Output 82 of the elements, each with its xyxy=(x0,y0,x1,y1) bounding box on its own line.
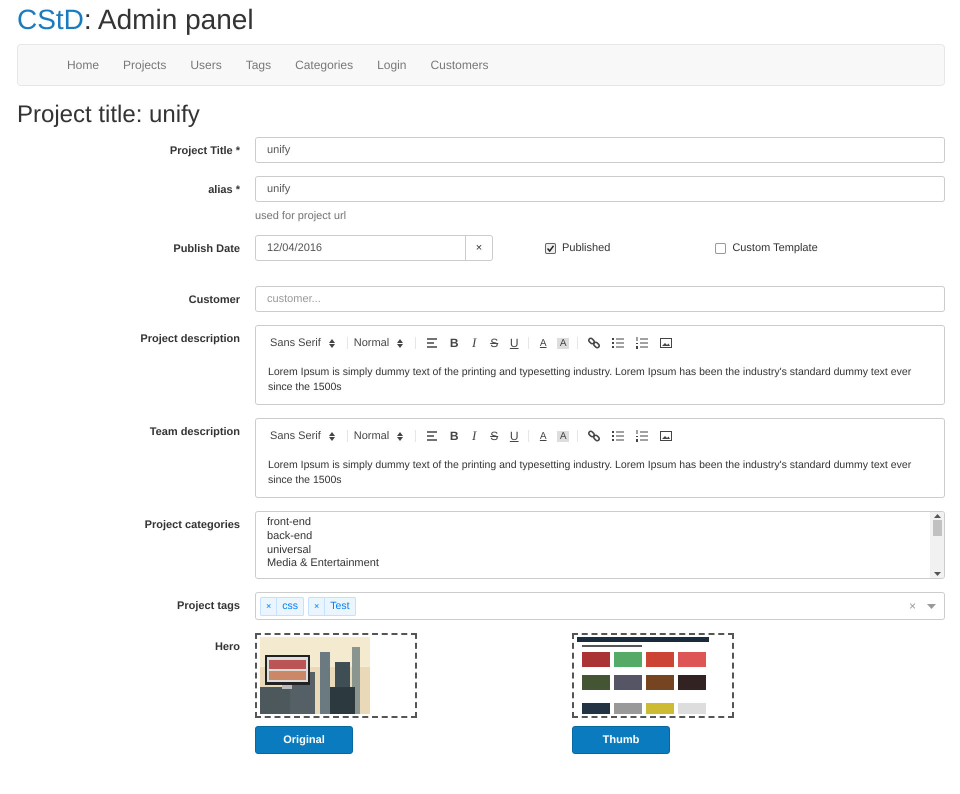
scroll-down-icon[interactable] xyxy=(934,572,940,576)
category-list[interactable]: front-end back-end universal Media & Entertainment xyxy=(255,511,945,579)
dropdown-caret-icon[interactable] xyxy=(927,604,936,608)
list-option[interactable]: universal xyxy=(267,544,919,558)
text-color-button[interactable]: A xyxy=(533,430,554,442)
field-label: Project description xyxy=(140,332,240,345)
background-color-button[interactable]: A xyxy=(557,430,570,442)
bullet-list-icon[interactable] xyxy=(611,429,626,443)
page-title: Project title: unify xyxy=(17,101,201,129)
strikethrough-button[interactable]: S xyxy=(484,336,504,350)
underline-button[interactable]: U xyxy=(504,336,524,350)
list-option[interactable]: front-end xyxy=(267,516,919,530)
updown-icon xyxy=(328,432,335,440)
image-icon[interactable] xyxy=(659,336,674,350)
page-heading: : Admin panel xyxy=(84,4,254,36)
tag-label: Test xyxy=(329,600,351,612)
image-dropzone[interactable] xyxy=(255,633,417,718)
field-label: Publish Date xyxy=(173,242,240,255)
remove-tag-button[interactable]: × xyxy=(309,598,326,614)
nav-link[interactable]: Login xyxy=(365,45,418,85)
underline-button[interactable]: U xyxy=(504,429,524,443)
link-icon[interactable] xyxy=(587,429,602,443)
text-field[interactable]: unify xyxy=(255,137,945,163)
updown-icon xyxy=(328,338,335,348)
text-field[interactable]: unify xyxy=(255,176,945,202)
field-label: alias * xyxy=(208,183,240,196)
upload-button[interactable]: Thumb xyxy=(572,726,670,754)
remove-tag-button[interactable]: × xyxy=(261,598,278,614)
image-icon[interactable] xyxy=(659,429,674,443)
strikethrough-button[interactable]: S xyxy=(484,429,504,443)
nav-link[interactable]: Users xyxy=(178,45,234,85)
field-label: Hero xyxy=(214,640,240,653)
align-icon[interactable] xyxy=(425,429,440,443)
date-field[interactable]: 12/04/2016 xyxy=(255,235,466,261)
editor-text: Lorem Ipsum is simply dummy text of the printing and typesetting industry. Lorem Ipsum has been the industry's standard dummy text ever since the 1500s xyxy=(268,458,912,488)
upload-button[interactable]: Original xyxy=(255,726,353,754)
field-label: Project categories xyxy=(144,518,240,531)
background-color-button[interactable]: A xyxy=(557,338,570,348)
list-option[interactable]: Media & Entertainment xyxy=(267,557,919,572)
tag-label: css xyxy=(281,600,300,612)
rich-text-editor[interactable]: Sans Serif Normal B I S U A A Lorem Ipsum is simply dummy text of the printing and typesetting industry. Lorem Ipsum has been the industry's standard dummy text ever since the 1500s xyxy=(255,325,945,405)
list-option[interactable]: back-end xyxy=(267,530,919,544)
text-field[interactable]: customer... xyxy=(255,286,945,312)
nav-link[interactable]: Home xyxy=(55,45,112,85)
checkbox-label: Custom Template xyxy=(732,242,818,254)
field-label: Team description xyxy=(150,425,240,438)
scroll-up-icon[interactable] xyxy=(934,514,940,518)
editor-text: Lorem Ipsum is simply dummy text of the printing and typesetting industry. Lorem Ipsum has been the industry's standard dummy text ever since the 1500s xyxy=(268,365,912,395)
italic-button[interactable]: I xyxy=(464,335,484,351)
italic-button[interactable]: I xyxy=(464,428,484,444)
clear-button[interactable]: × xyxy=(466,235,493,261)
updown-icon xyxy=(397,338,404,348)
help-text: used for project url xyxy=(255,210,346,222)
nav-link[interactable]: Tags xyxy=(234,45,284,85)
font-picker[interactable]: Sans Serif xyxy=(268,337,343,349)
field-label: Customer xyxy=(188,293,240,306)
text-color-button[interactable]: A xyxy=(533,338,554,348)
bold-button[interactable]: B xyxy=(444,429,464,443)
font-picker[interactable]: Normal xyxy=(352,430,412,442)
tags-field[interactable]: × css × Test × xyxy=(255,592,945,620)
updown-icon xyxy=(397,432,404,440)
bold-button[interactable]: B xyxy=(444,336,464,350)
nav-link[interactable]: Categories xyxy=(283,45,366,85)
font-picker[interactable]: Normal xyxy=(352,337,412,349)
scrollbar[interactable] xyxy=(930,512,944,578)
numbered-list-icon[interactable] xyxy=(635,336,650,350)
brand-name: CStD xyxy=(17,4,84,36)
font-picker[interactable]: Sans Serif xyxy=(268,430,343,442)
link-icon[interactable] xyxy=(587,336,602,350)
nav-link[interactable]: Customers xyxy=(418,45,500,85)
bullet-list-icon[interactable] xyxy=(611,336,626,350)
align-icon[interactable] xyxy=(425,336,440,350)
rich-text-editor[interactable]: Sans Serif Normal B I S U A A Lorem Ipsum is simply dummy text of the printing and typesetting industry. Lorem Ipsum has been the industry's standard dummy text ever since the 1500s xyxy=(255,418,945,498)
checkbox[interactable] xyxy=(545,242,556,254)
checkbox-label: Published xyxy=(562,242,610,254)
nav-link[interactable]: Projects xyxy=(111,45,178,85)
scroll-thumb[interactable] xyxy=(932,520,942,536)
numbered-list-icon[interactable] xyxy=(635,429,650,443)
image-dropzone[interactable] xyxy=(572,633,734,718)
field-label: Project Title * xyxy=(170,144,240,157)
checkbox[interactable] xyxy=(715,242,726,254)
field-label: Project tags xyxy=(177,599,240,612)
